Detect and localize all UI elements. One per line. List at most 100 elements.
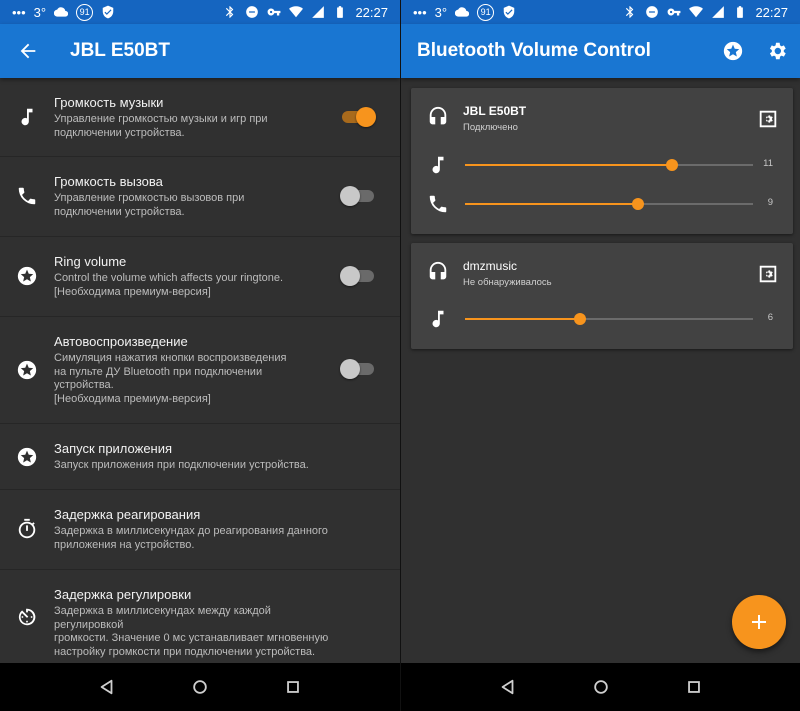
device-settings-icon[interactable]: [757, 263, 779, 285]
slider-track[interactable]: [465, 198, 753, 210]
ring-volume-toggle[interactable]: [340, 265, 376, 287]
call-volume-toggle[interactable]: [340, 185, 376, 207]
phone-icon: [427, 193, 449, 215]
setting-response-delay[interactable]: Задержка реагирования Задержка в миллисе…: [0, 490, 400, 570]
setting-ring-volume[interactable]: Ring volume Control the volume which aff…: [0, 237, 400, 317]
setting-adjust-delay[interactable]: Задержка регулировки Задержка в миллисек…: [0, 570, 400, 663]
add-device-button[interactable]: [732, 595, 786, 649]
slider-fill: [465, 318, 581, 320]
setting-title: Громкость музыки: [54, 95, 164, 110]
bluetooth-icon: [223, 5, 237, 19]
status-bar: ••• 3° 91 22:27: [401, 0, 800, 24]
page-title: JBL E50BT: [70, 40, 170, 61]
notification-badge: 91: [477, 3, 495, 21]
star-icon: [14, 263, 40, 289]
music-volume-slider[interactable]: 6: [411, 307, 793, 331]
settings-screen: ••• 3° 91 22:27 JBL E50BT Громкость музы…: [0, 0, 400, 711]
setting-summary: Задержка в миллисекундах до реагирования…: [54, 525, 328, 551]
music-volume-toggle[interactable]: [340, 106, 376, 128]
do-not-disturb-icon: [645, 5, 659, 19]
autoplay-toggle[interactable]: [340, 358, 376, 380]
slider-thumb[interactable]: [574, 313, 587, 325]
setting-title: Запуск приложения: [54, 441, 173, 456]
setting-call-volume[interactable]: Громкость вызова Управление громкостью в…: [0, 157, 400, 237]
nav-recents-icon[interactable]: [685, 678, 703, 696]
bluetooth-icon: [623, 5, 637, 19]
slider-value: 6: [767, 312, 773, 323]
battery-icon: [333, 5, 347, 19]
device-name: JBL E50BT: [463, 104, 527, 118]
slider-track[interactable]: [465, 313, 753, 325]
slider-track[interactable]: [465, 159, 753, 171]
setting-summary: Control the volume which affects your ri…: [54, 272, 284, 298]
slider-thumb[interactable]: [631, 198, 644, 210]
slider-thumb[interactable]: [666, 159, 679, 171]
setting-summary: Задержка в миллисекундах между каждой ре…: [54, 605, 329, 658]
setting-summary: Управление громкостью вызовов при подклю…: [54, 192, 245, 218]
wifi-icon: [289, 5, 303, 19]
music-note-icon: [427, 154, 449, 176]
app-bar: Bluetooth Volume Control: [401, 24, 800, 78]
signal-icon: [711, 5, 725, 19]
setting-title: Задержка реагирования: [54, 507, 201, 522]
slider-value: 9: [767, 197, 773, 208]
nav-back-icon[interactable]: [499, 678, 517, 696]
setting-title: Задержка регулировки: [54, 587, 192, 602]
nav-recents-icon[interactable]: [284, 678, 302, 696]
nav-home-icon[interactable]: [592, 678, 610, 696]
nav-home-icon[interactable]: [191, 678, 209, 696]
slider-value: 11: [763, 158, 773, 169]
wifi-icon: [689, 5, 703, 19]
settings-gear-icon[interactable]: [766, 40, 788, 62]
dots-icon: •••: [413, 4, 427, 20]
device-card[interactable]: JBL E50BT Подключено 11 9: [411, 88, 793, 234]
setting-music-volume[interactable]: Громкость музыки Управление громкостью м…: [0, 78, 400, 157]
music-note-icon: [427, 308, 449, 330]
battery-icon: [733, 5, 747, 19]
setting-summary: Запуск приложения при подключении устрой…: [54, 459, 309, 471]
key-icon: [267, 5, 281, 19]
music-volume-slider[interactable]: 11: [411, 153, 793, 177]
settings-list: Громкость музыки Управление громкостью м…: [0, 78, 400, 663]
setting-summary: Управление громкостью музыки и игр при п…: [54, 113, 268, 139]
music-note-icon: [14, 104, 40, 130]
app-title: Bluetooth Volume Control: [417, 40, 651, 61]
clock: 22:27: [755, 4, 788, 20]
navigation-bar: [401, 663, 800, 711]
device-settings-icon[interactable]: [757, 108, 779, 130]
app-bar: JBL E50BT: [0, 24, 400, 78]
setting-title: Громкость вызова: [54, 174, 163, 189]
premium-star-icon[interactable]: [722, 40, 744, 62]
signal-icon: [311, 5, 325, 19]
stopwatch-icon: [14, 516, 40, 542]
devices-screen: ••• 3° 91 22:27 Bluetooth Volume Control…: [401, 0, 800, 711]
temperature: 3°: [33, 4, 47, 20]
setting-summary: Симуляция нажатия кнопки воспроизведения…: [54, 352, 287, 405]
phone-icon: [14, 183, 40, 209]
setting-title: Ring volume: [54, 254, 127, 269]
cloud-icon: [54, 5, 68, 19]
nav-back-icon[interactable]: [98, 678, 116, 696]
key-icon: [667, 5, 681, 19]
setting-autoplay[interactable]: Автовоспроизведение Симуляция нажатия кн…: [0, 317, 400, 424]
shield-icon: [101, 5, 115, 19]
setting-launch-app[interactable]: Запуск приложения Запуск приложения при …: [0, 424, 400, 490]
slider-fill: [465, 164, 673, 166]
notification-badge: 91: [76, 3, 94, 21]
timer-icon: [14, 604, 40, 630]
temperature: 3°: [434, 4, 448, 20]
cloud-icon: [455, 5, 469, 19]
slider-fill: [465, 203, 638, 205]
star-icon: [14, 357, 40, 383]
do-not-disturb-icon: [245, 5, 259, 19]
call-volume-slider[interactable]: 9: [411, 192, 793, 216]
navigation-bar: [0, 663, 400, 711]
device-status: Не обнаруживалось: [463, 277, 552, 288]
device-status: Подключено: [463, 122, 518, 133]
star-icon: [14, 444, 40, 470]
device-card[interactable]: dmzmusic Не обнаруживалось 6: [411, 243, 793, 349]
dots-icon: •••: [12, 4, 26, 20]
back-button[interactable]: [0, 24, 56, 78]
device-name: dmzmusic: [463, 259, 518, 273]
setting-title: Автовоспроизведение: [54, 334, 188, 349]
